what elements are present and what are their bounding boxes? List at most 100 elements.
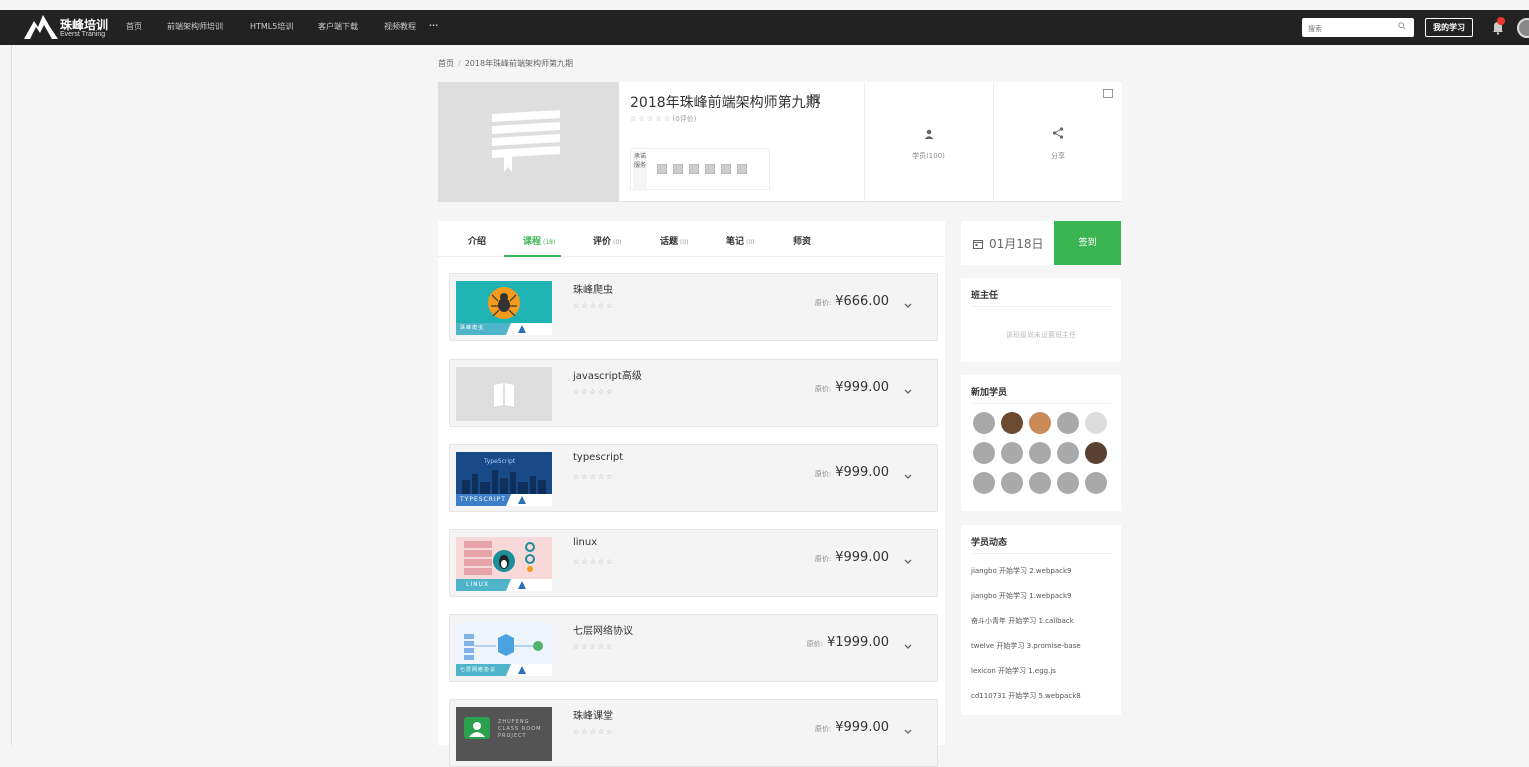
member-avatar[interactable] [1057, 472, 1079, 494]
page-divider [11, 45, 12, 745]
divider [971, 553, 1111, 554]
lesson-price: 原价: ¥999.00 [814, 720, 889, 735]
chevron-down-icon[interactable] [903, 556, 913, 566]
logo-mountain-icon [24, 15, 58, 39]
nav-more[interactable]: ··· [429, 21, 438, 30]
panel-title: 学员动态 [971, 538, 1008, 548]
user-avatar[interactable] [1517, 18, 1529, 38]
chevron-down-icon[interactable] [903, 300, 913, 310]
activity-item[interactable]: cd110731 开始学习 5.webpack8 [971, 691, 1081, 701]
checkin-button[interactable]: 签到 [1054, 221, 1121, 265]
checkin-card: 01月18日 签到 [961, 221, 1121, 265]
chevron-down-icon[interactable] [903, 641, 913, 651]
panel-title: 班主任 [971, 291, 999, 301]
chevron-down-icon[interactable] [903, 471, 913, 481]
share-label: 分享 [1051, 152, 1065, 160]
my-study-button[interactable]: 我的学习 [1425, 18, 1473, 37]
search-input[interactable] [1302, 19, 1392, 39]
search-icon[interactable] [1398, 22, 1406, 30]
course-title: 2018年珠峰前端架构师第九期 [630, 95, 820, 111]
tab-teachers[interactable]: 师资 [793, 234, 813, 247]
activity-item[interactable]: 奋斗小青年 开始学习 1.callback [971, 616, 1074, 626]
chevron-down-icon[interactable] [903, 726, 913, 736]
empty-message: 该班级尚未设置班主任 [1006, 331, 1076, 339]
course-rating: ☆ ☆ ☆ ☆ ☆ (0评价) [630, 114, 696, 124]
lesson-rating: ☆☆☆☆☆ [573, 644, 615, 651]
lesson-item[interactable]: ZHUFENG CLASS ROOM PROJECT 珠峰课堂 ☆☆☆☆☆ 原价… [449, 699, 938, 767]
tab-reviews[interactable]: 评价 (0) [593, 234, 622, 247]
nav-client-download[interactable]: 客户端下载 [318, 21, 358, 32]
tab-lessons[interactable]: 课程 (18) [523, 234, 555, 247]
qrcode-icon[interactable] [810, 94, 820, 104]
lesson-price: 原价: ¥999.00 [814, 465, 889, 480]
lesson-name: 珠峰课堂 [573, 711, 613, 722]
member-avatar[interactable] [1001, 442, 1023, 464]
lesson-name: typescript [573, 452, 624, 463]
activity-item[interactable]: jiangbo 开始学习 2.webpack9 [971, 566, 1071, 576]
lesson-rating: ☆☆☆☆☆ [573, 474, 615, 481]
member-avatar[interactable] [1057, 412, 1079, 434]
lesson-thumbnail: 七层网络协议 [456, 622, 552, 676]
students-stat[interactable]: 学员(100) [864, 126, 993, 161]
lesson-item[interactable]: 珠峰爬虫 珠峰爬虫 ☆☆☆☆☆ 原价: ¥666.00 [449, 273, 938, 341]
head-teacher-panel: 班主任 该班级尚未设置班主任 [961, 278, 1121, 362]
thumb-caption: ZHUFENG CLASS ROOM PROJECT [498, 719, 542, 739]
member-avatar[interactable] [973, 412, 995, 434]
lesson-name: linux [573, 537, 598, 548]
lesson-thumbnail [456, 367, 552, 421]
lesson-item[interactable]: TypeScript TYPESCRIPT typescript ☆☆☆☆☆ 原… [449, 444, 938, 512]
course-cover [438, 82, 619, 202]
nav-video-tutorials[interactable]: 视频教程 [384, 21, 416, 32]
collapse-icon[interactable] [1103, 89, 1113, 98]
member-avatar[interactable] [1029, 472, 1051, 494]
share-button[interactable]: 分享 [994, 126, 1122, 161]
nav-home[interactable]: 首页 [126, 21, 142, 32]
member-avatar[interactable] [1001, 472, 1023, 494]
course-content-card: 介绍 课程(18) 评价(0) 话题(0) 笔记(0) 师资 珠峰爬虫 [438, 221, 945, 767]
lesson-item[interactable]: 七层网络协议 七层网络协议 ☆☆☆☆☆ 原价: ¥1999.00 [449, 614, 938, 682]
nav-html5[interactable]: HTML5培训 [250, 21, 293, 32]
activity-item[interactable]: twelve 开始学习 3.promise-base [971, 641, 1081, 651]
lesson-thumbnail: TypeScript TYPESCRIPT [456, 452, 552, 506]
lesson-item[interactable]: LINUX linux ☆☆☆☆☆ 原价: ¥999.00 [449, 529, 938, 597]
user-icon [924, 129, 933, 139]
promise-service-icon [705, 164, 715, 174]
thumb-caption: LINUX [466, 581, 490, 588]
lesson-name: 珠峰爬虫 [573, 285, 613, 296]
member-avatar[interactable] [1085, 412, 1107, 434]
breadcrumb-home[interactable]: 首页 [438, 59, 454, 68]
tab-intro[interactable]: 介绍 [468, 234, 488, 247]
activity-item[interactable]: lexicon 开始学习 1.egg.js [971, 666, 1056, 676]
breadcrumb-separator: / [458, 59, 461, 68]
share-icon [1052, 127, 1064, 139]
member-avatar[interactable] [1029, 412, 1051, 434]
member-avatar[interactable] [1085, 442, 1107, 464]
lesson-item[interactable]: javascript高级 ☆☆☆☆☆ 原价: ¥999.00 [449, 359, 938, 427]
chevron-down-icon[interactable] [903, 386, 913, 396]
member-avatar[interactable] [1057, 442, 1079, 464]
site-logo[interactable]: 珠峰培训 Everst Traning [24, 13, 114, 43]
breadcrumb-current: 2018年珠峰前端架构师第九期 [464, 59, 574, 68]
member-avatar[interactable] [1085, 472, 1107, 494]
activity-item[interactable]: jiangbo 开始学习 1.webpack9 [971, 591, 1071, 601]
member-avatar[interactable] [973, 472, 995, 494]
lesson-rating: ☆☆☆☆☆ [573, 389, 615, 396]
tab-topics[interactable]: 话题 (0) [660, 234, 689, 247]
lesson-rating: ☆☆☆☆☆ [573, 303, 615, 310]
member-avatar[interactable] [1029, 442, 1051, 464]
nav-frontend-architect[interactable]: 前端架构师培训 [167, 21, 223, 32]
promise-service-icon [689, 164, 699, 174]
lesson-rating: ☆☆☆☆☆ [573, 729, 615, 736]
member-avatar[interactable] [1001, 412, 1023, 434]
calendar-icon [973, 240, 983, 249]
students-count: 学员(100) [912, 152, 945, 160]
lesson-rating: ☆☆☆☆☆ [573, 559, 615, 566]
course-header-card: 2018年珠峰前端架构师第九期 ☆ ☆ ☆ ☆ ☆ (0评价) 承诺服务 学员(… [438, 82, 1122, 202]
thumb-caption: TypeScript [484, 458, 516, 465]
member-avatar[interactable] [973, 442, 995, 464]
tab-notes[interactable]: 笔记 (0) [726, 234, 755, 247]
lesson-price: 原价: ¥1999.00 [806, 635, 889, 650]
promise-service-icon [673, 164, 683, 174]
search-box [1302, 18, 1414, 39]
lesson-price: 原价: ¥999.00 [814, 550, 889, 565]
